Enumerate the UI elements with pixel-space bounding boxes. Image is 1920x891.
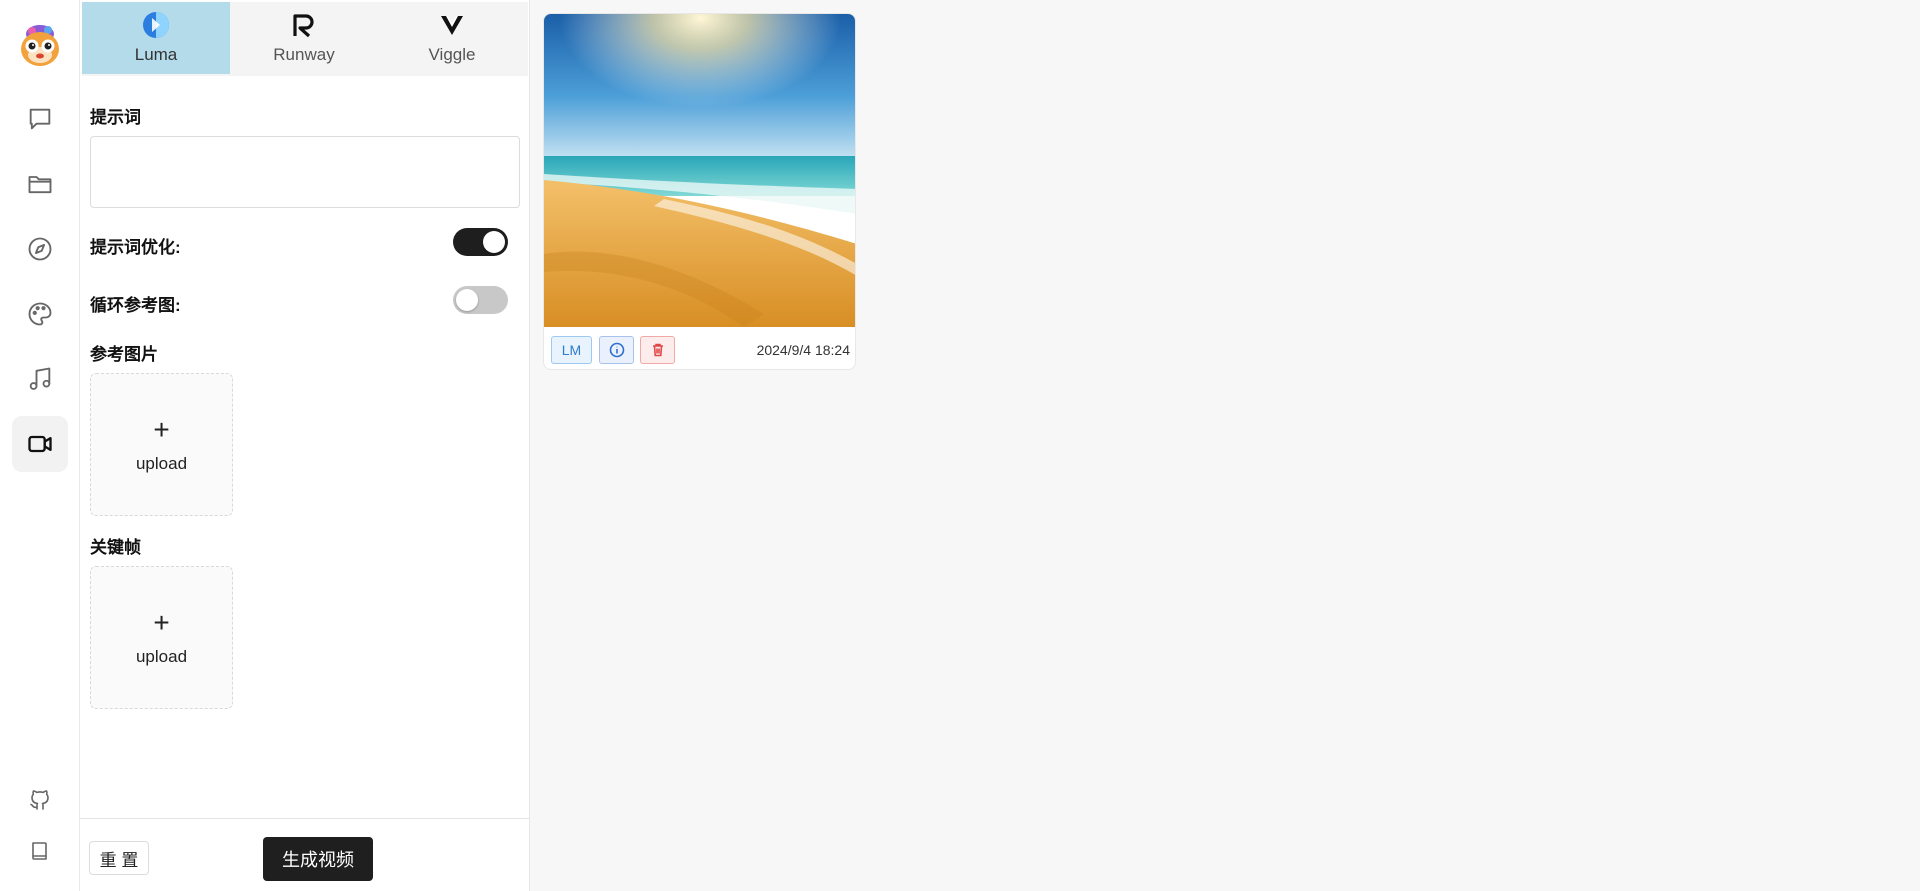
tab-luma[interactable]: Luma: [82, 2, 230, 74]
plus-icon: +: [153, 606, 170, 638]
github-icon: [30, 790, 49, 810]
icon-rail: [0, 0, 80, 891]
toggle-knob: [456, 289, 478, 311]
tab-viggle[interactable]: Viggle: [378, 2, 526, 74]
video-result-card[interactable]: LM 2024/9/4 18:24: [543, 13, 856, 370]
info-button[interactable]: [599, 336, 634, 364]
beach-thumbnail[interactable]: [544, 14, 856, 327]
card-meta: LM 2024/9/4 18:24: [544, 332, 855, 366]
tab-label: Viggle: [428, 45, 476, 64]
toggle-knob: [483, 231, 505, 253]
panel-footer: 重 置 生成视频: [80, 818, 529, 891]
luma-logo-icon: [143, 12, 169, 38]
info-icon: [609, 342, 624, 358]
prompt-label: 提示词: [90, 108, 141, 127]
delete-button[interactable]: [640, 336, 675, 364]
nav-files[interactable]: [12, 156, 68, 212]
compass-icon: [28, 237, 52, 261]
chat-bubble-icon: [29, 108, 51, 130]
keyframe-label: 关键帧: [90, 538, 141, 557]
folder-icon: [28, 176, 52, 194]
tab-label: Luma: [134, 45, 178, 64]
optimize-toggle[interactable]: [453, 228, 508, 256]
reset-button[interactable]: 重 置: [89, 841, 149, 875]
upload-text: upload: [135, 453, 188, 473]
generate-video-button[interactable]: 生成视频: [263, 837, 373, 881]
loop-label: 循环参考图:: [90, 296, 181, 315]
ref-image-label: 参考图片: [90, 345, 158, 364]
tab-label: Runway: [273, 45, 335, 64]
app-logo-icon[interactable]: [18, 22, 62, 68]
nav-music[interactable]: [12, 351, 68, 407]
nav-github[interactable]: [12, 772, 68, 828]
settings-panel: Luma Runway Viggle 提示词 提示词优化: 循环参考图: 参考图…: [80, 0, 530, 891]
book-icon: [32, 842, 47, 860]
upload-text: upload: [135, 646, 188, 666]
created-timestamp: 2024/9/4 18:24: [756, 342, 850, 358]
prompt-input[interactable]: [90, 136, 520, 208]
trash-icon: [652, 343, 663, 357]
model-tabs: Luma Runway Viggle: [82, 2, 528, 76]
viggle-logo-icon: [441, 15, 463, 35]
loop-toggle[interactable]: [453, 286, 508, 314]
nav-video[interactable]: [12, 416, 68, 472]
nav-docs[interactable]: [12, 823, 68, 879]
nav-chat[interactable]: [12, 91, 68, 147]
runway-logo-icon: [293, 14, 314, 38]
tab-runway[interactable]: Runway: [230, 2, 378, 74]
music-note-icon: [29, 367, 51, 390]
nav-draw[interactable]: [12, 286, 68, 342]
keyframe-upload[interactable]: + upload: [90, 566, 233, 709]
plus-icon: +: [153, 413, 170, 445]
palette-icon: [28, 302, 52, 326]
model-tag[interactable]: LM: [551, 336, 592, 364]
optimize-label: 提示词优化:: [90, 238, 181, 257]
nav-discover[interactable]: [12, 221, 68, 277]
ref-image-upload[interactable]: + upload: [90, 373, 233, 516]
video-camera-icon: [28, 435, 52, 453]
